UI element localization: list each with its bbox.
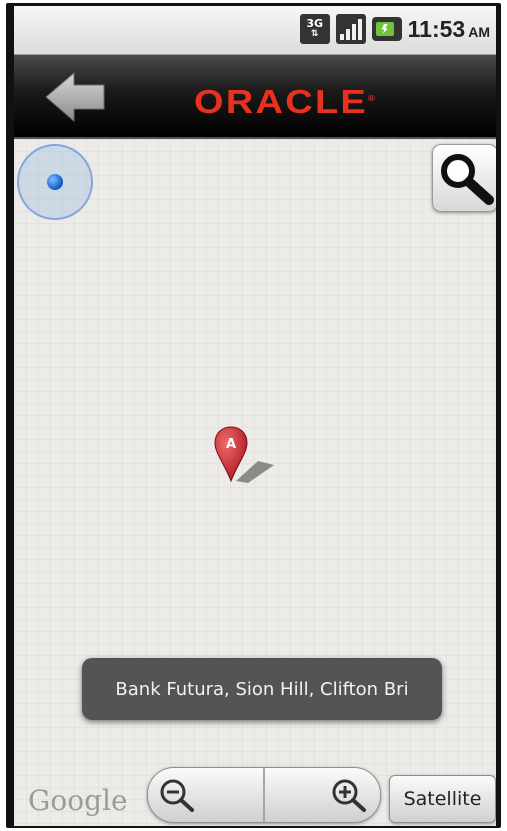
toast-message: Bank Futura, Sion Hill, Clifton Bri (82, 658, 442, 720)
google-attribution: Google (28, 784, 128, 817)
search-icon (441, 154, 494, 205)
data-activity-icon: 3G ⇅ (299, 14, 330, 44)
back-arrow-icon (45, 71, 105, 123)
zoom-out-icon (160, 779, 194, 812)
map-marker-a[interactable]: A (214, 425, 278, 487)
map-pin-icon: A (214, 426, 274, 483)
status-ampm: AM (468, 23, 490, 40)
data-arrows-icon: ⇅ (310, 29, 319, 39)
phone-screen: 3G ⇅ 11:53 AM ORACLE® A Bank Futura, Sio… (14, 6, 496, 826)
oracle-logo: ORACLE® (194, 83, 377, 121)
zoom-out-button[interactable] (148, 768, 263, 822)
back-button[interactable] (44, 71, 108, 123)
my-location-icon (47, 174, 63, 190)
zoom-in-icon (332, 779, 366, 812)
status-time: 11:53 (407, 15, 466, 42)
device-frame: 3G ⇅ 11:53 AM ORACLE® A Bank Futura, Sio… (6, 3, 501, 828)
network-type-label: 3G (306, 17, 323, 30)
status-clock: 11:53 AM (408, 16, 490, 43)
title-bar: ORACLE® (14, 55, 496, 139)
oracle-logo-text: ORACLE (194, 83, 369, 120)
zoom-control (147, 767, 381, 823)
status-icons: 3G ⇅ 11:53 AM (299, 14, 490, 44)
oracle-logo-mark: ® (368, 94, 378, 103)
battery-charging-icon (371, 17, 402, 41)
map-view[interactable]: A Bank Futura, Sion Hill, Clifton Bri Go… (14, 139, 496, 826)
status-bar: 3G ⇅ 11:53 AM (14, 6, 496, 55)
my-location-indicator (17, 144, 93, 220)
satellite-button[interactable]: Satellite (389, 775, 496, 823)
zoom-in-button[interactable] (265, 768, 380, 822)
search-button[interactable] (432, 144, 496, 212)
signal-strength-icon (335, 14, 366, 44)
map-marker-label: A (226, 437, 236, 452)
